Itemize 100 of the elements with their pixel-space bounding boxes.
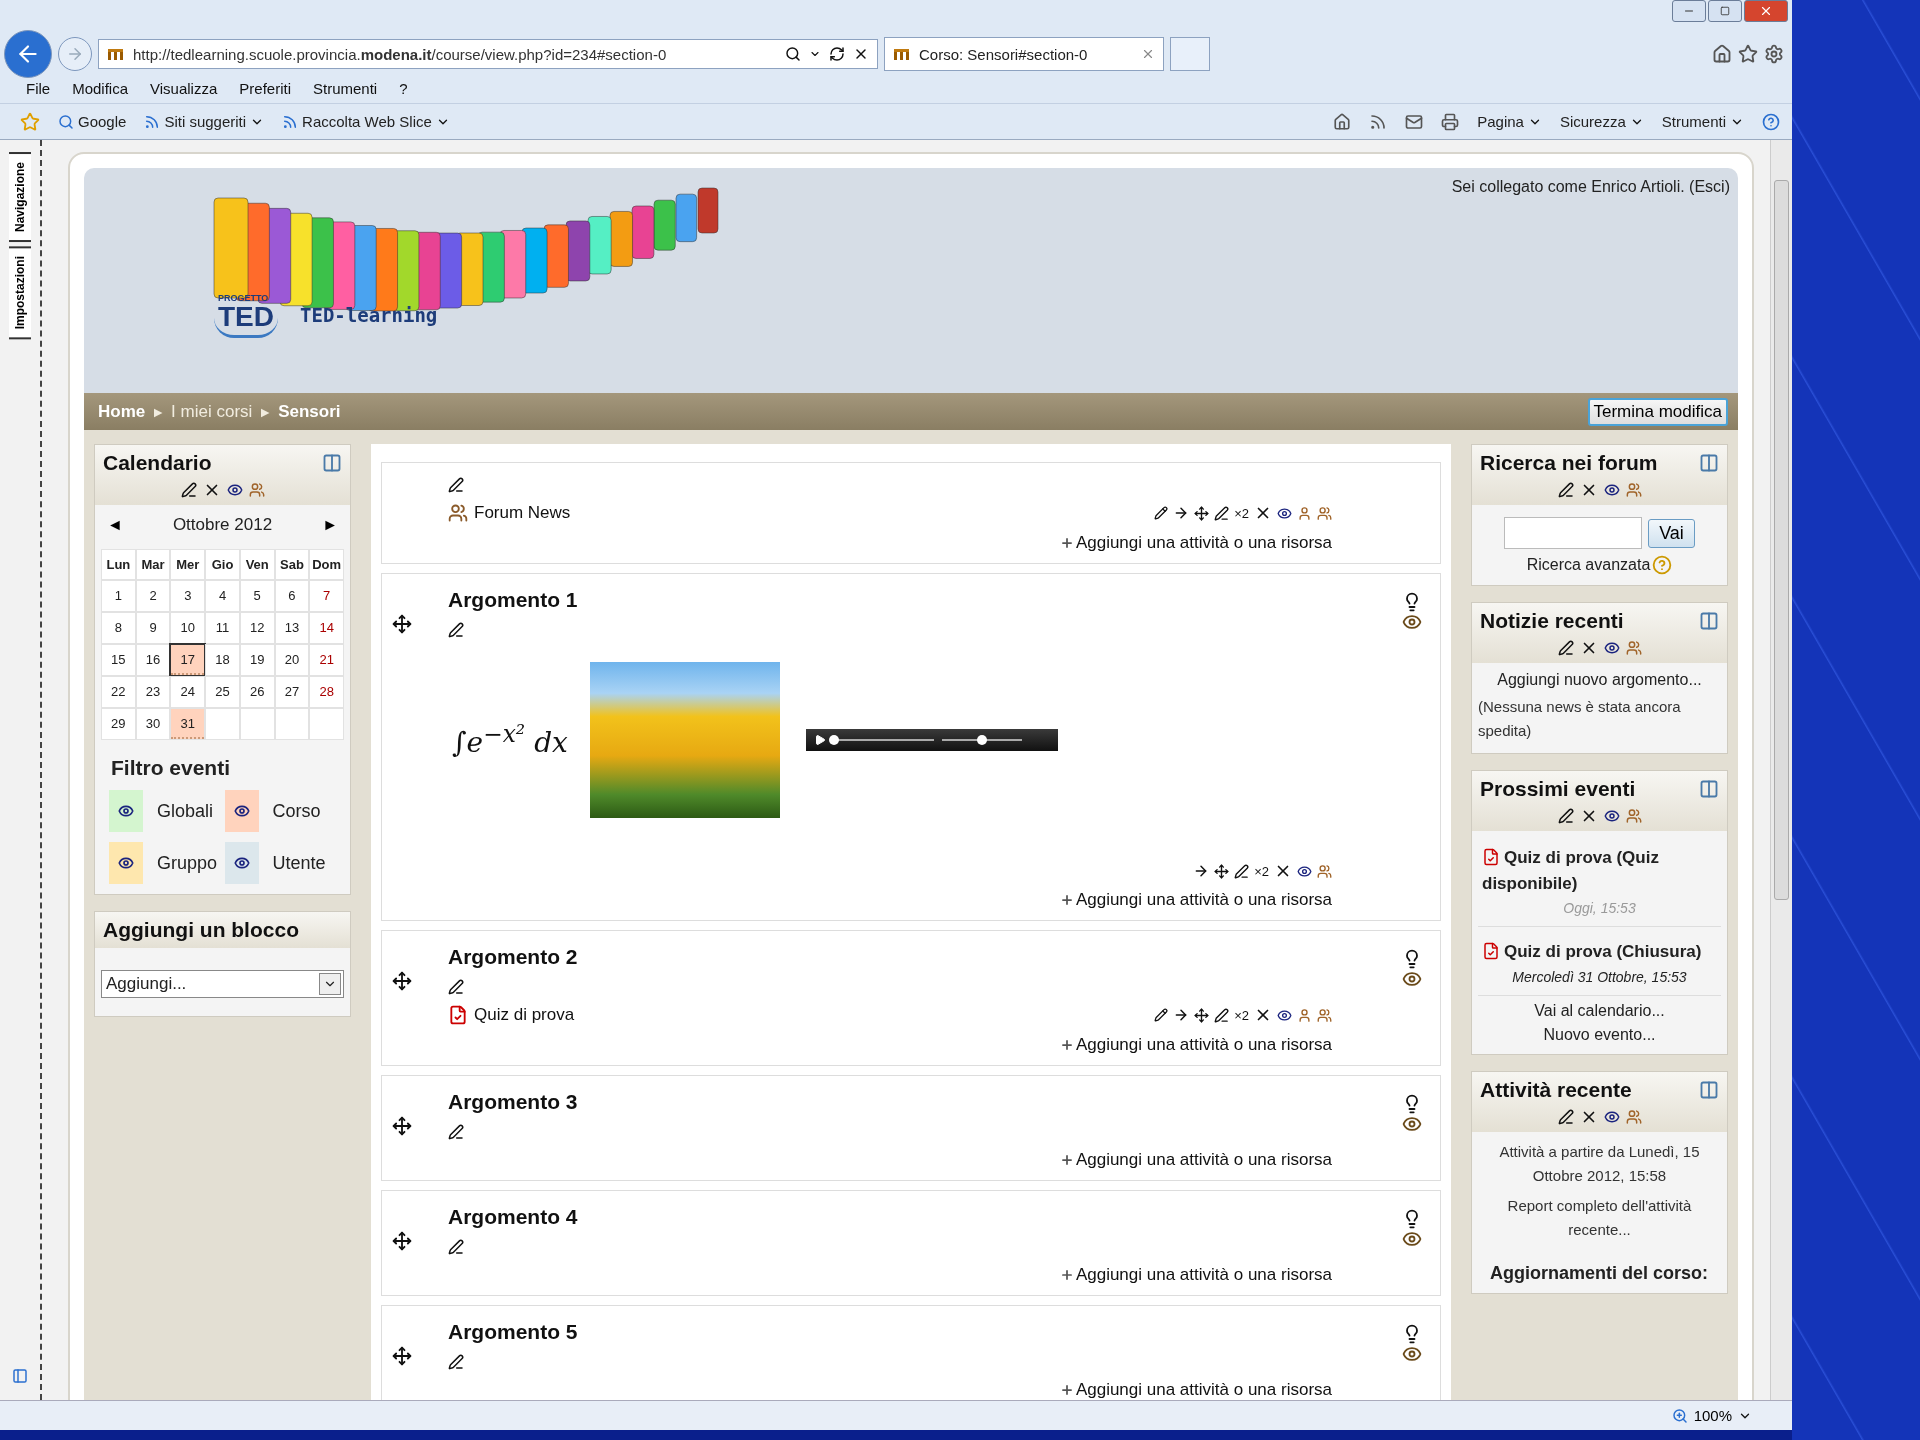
finish-editing-button[interactable]: Termina modifica [1587,397,1728,426]
favorite-site-icon[interactable] [58,113,74,130]
eye-icon[interactable] [1402,1229,1422,1249]
pencil-icon[interactable] [1154,506,1169,520]
edit-icon[interactable] [1214,1007,1230,1023]
edit-icon[interactable] [1214,505,1230,521]
filter-swatch[interactable] [109,790,143,832]
logout-link[interactable]: (Esci) [1689,178,1730,195]
roles-icon[interactable] [248,482,265,498]
quiz-icon[interactable] [448,1005,468,1025]
calendar-link[interactable]: Vai al calendario... [1478,1001,1721,1020]
activity-link[interactable]: Forum News [474,503,571,523]
move-icon[interactable] [392,1346,412,1366]
home-icon[interactable] [1712,44,1732,64]
eye-icon[interactable] [118,803,134,819]
menu-item[interactable]: Preferiti [239,80,291,97]
close-tab-icon[interactable] [1141,47,1155,61]
favorite-site-icon[interactable] [282,113,299,130]
edit-icon[interactable] [1557,640,1574,656]
add-activity-link[interactable]: Aggiungi una attività o una risorsa [1059,890,1392,910]
edit-icon[interactable] [1557,808,1574,824]
user-icon[interactable] [1297,505,1312,521]
command-menu[interactable]: Pagina [1477,113,1524,130]
maximize-button[interactable] [1708,0,1742,22]
edit-icon[interactable] [180,482,197,498]
roles-icon[interactable] [1625,1108,1642,1125]
zoom-level[interactable]: 100% [1693,1407,1732,1424]
advanced-search-link[interactable]: Ricerca avanzata [1526,556,1651,574]
next-month-link[interactable]: ► [322,516,338,534]
move-icon[interactable] [392,1231,412,1251]
filter-swatch[interactable] [224,790,259,832]
side-tab[interactable]: Impostazioni [9,246,31,340]
edit-icon[interactable] [448,1354,464,1370]
audio-player[interactable] [805,729,1058,751]
event-link[interactable]: Quiz di prova (Chiusura) [1482,939,1717,965]
move-icon[interactable] [392,1116,412,1136]
seek-slider-thumb[interactable] [828,735,839,745]
roles-icon[interactable] [1625,482,1642,498]
favorite-site-icon[interactable] [144,113,161,130]
indent-label[interactable]: ×2 [1234,505,1249,521]
home-icon[interactable] [1333,112,1352,131]
eye-icon[interactable] [1603,640,1620,656]
edit-icon[interactable] [448,477,464,493]
add-activity-link[interactable]: Aggiungi una attività o una risorsa [1059,1150,1392,1170]
activity-link[interactable]: Quiz di prova [474,1005,575,1025]
menu-item[interactable]: ? [399,80,408,97]
full-report-link[interactable]: Report completo dell'attività recente... [1478,1193,1721,1242]
indent-label[interactable]: ×2 [1254,863,1269,879]
menu-item[interactable]: File [26,80,51,97]
browser-tab[interactable]: Corso: Sensori#section-0 [884,37,1164,71]
side-tab[interactable]: Navigazione [9,152,31,243]
search-button[interactable]: Vai [1648,518,1695,548]
address-field[interactable]: http://tedlearning.scuole.provincia.modena.it/course/view.php?id=234#section-0 [133,45,777,63]
dock-icon[interactable] [1699,611,1719,631]
add-activity-link[interactable]: Aggiungi una attività o una risorsa [1059,1035,1392,1055]
play-icon[interactable] [813,734,826,746]
eye-icon[interactable] [226,482,243,498]
eye-icon[interactable] [1603,808,1620,824]
mail-icon[interactable] [1405,112,1424,131]
eye-icon[interactable] [1402,1344,1422,1364]
edit-icon[interactable] [448,979,464,995]
calendar-day[interactable]: 31 [171,709,205,739]
prev-month-link[interactable]: ◄ [107,516,123,534]
eye-icon[interactable] [1402,969,1422,989]
dock-icon[interactable] [1699,1079,1719,1100]
event-link[interactable]: Quiz di prova (Quiz disponibile) [1482,845,1717,896]
scrollbar[interactable] [1770,140,1792,1400]
eye-icon[interactable] [1277,505,1292,521]
dock-icon[interactable] [1699,453,1719,473]
close-button[interactable] [1744,0,1788,22]
move-icon[interactable] [392,971,412,991]
search-field[interactable] [1504,517,1643,549]
eye-icon[interactable] [118,855,134,871]
eye-icon[interactable] [1402,1114,1422,1134]
calendar-link[interactable]: Nuovo evento... [1478,1025,1721,1044]
edit-icon[interactable] [1234,863,1250,879]
add-activity-link[interactable]: Aggiungi una attività o una risorsa [1059,533,1392,553]
roles-icon[interactable] [1317,1007,1332,1023]
zoom-icon[interactable] [1671,1407,1688,1424]
edit-icon[interactable] [1557,482,1574,498]
edit-icon[interactable] [448,1239,464,1255]
roles-icon[interactable] [1625,640,1642,656]
filter-swatch[interactable] [224,842,259,884]
eye-icon[interactable] [1297,863,1312,879]
panel-icon[interactable] [12,1368,28,1384]
menu-item[interactable]: Visualizza [150,80,218,97]
edit-icon[interactable] [448,622,464,638]
command-menu[interactable]: Strumenti [1661,113,1726,130]
user-icon[interactable] [1297,1007,1312,1023]
move-icon[interactable] [1214,863,1230,879]
indent-label[interactable]: ×2 [1234,1007,1249,1023]
add-activity-link[interactable]: Aggiungi una attività o una risorsa [1059,1380,1392,1400]
star-icon[interactable] [1738,44,1758,64]
forum-icon[interactable] [448,503,468,523]
roles-icon[interactable] [1625,808,1642,824]
eye-icon[interactable] [233,855,250,871]
edit-icon[interactable] [448,1124,464,1140]
edit-icon[interactable] [1557,1108,1574,1125]
dock-icon[interactable] [322,453,342,473]
eye-icon[interactable] [1277,1007,1292,1023]
